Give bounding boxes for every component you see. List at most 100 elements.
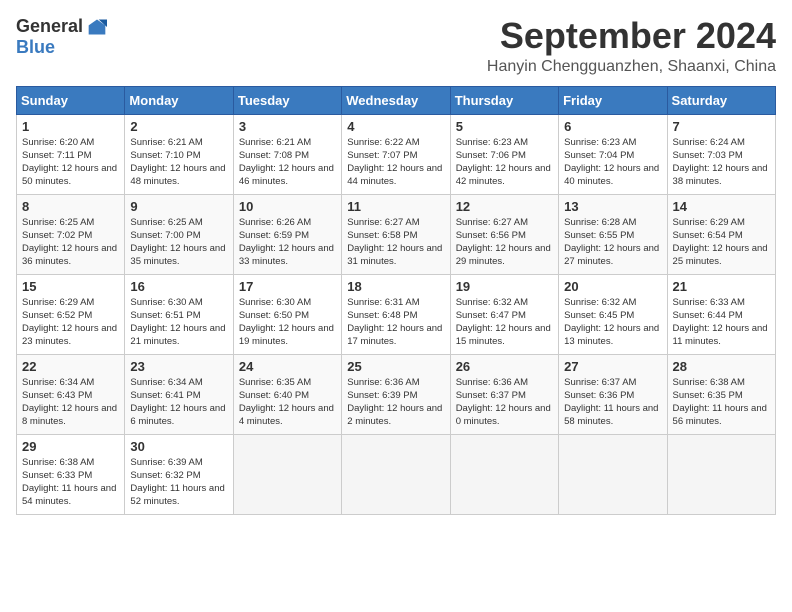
weekday-header-friday: Friday [559,86,667,114]
day-info: Sunrise: 6:39 AMSunset: 6:32 PMDaylight:… [130,456,227,509]
day-info: Sunrise: 6:29 AMSunset: 6:54 PMDaylight:… [673,216,770,269]
calendar-table: SundayMondayTuesdayWednesdayThursdayFrid… [16,86,776,515]
day-info: Sunrise: 6:33 AMSunset: 6:44 PMDaylight:… [673,296,770,349]
calendar-cell [450,434,558,514]
calendar-header-row: SundayMondayTuesdayWednesdayThursdayFrid… [17,86,776,114]
day-number: 6 [564,119,661,134]
day-info: Sunrise: 6:34 AMSunset: 6:41 PMDaylight:… [130,376,227,429]
calendar-cell: 7Sunrise: 6:24 AMSunset: 7:03 PMDaylight… [667,114,775,194]
day-number: 10 [239,199,336,214]
day-number: 18 [347,279,444,294]
calendar-cell: 19 Sunrise: 6:32 AMSunset: 6:47 PMDayligh… [450,274,558,354]
calendar-cell: 1 Sunrise: 6:20 AMSunset: 7:11 PMDaylight… [17,114,125,194]
day-info: Sunrise: 6:21 AMSunset: 7:08 PMDaylight:… [239,136,336,189]
calendar-week-row: 29 Sunrise: 6:38 AMSunset: 6:33 PMDayligh… [17,434,776,514]
title-block: September 2024 Hanyin Chengguanzhen, Sha… [487,16,776,76]
day-info: Sunrise: 6:27 AMSunset: 6:58 PMDaylight:… [347,216,444,269]
calendar-week-row: 1 Sunrise: 6:20 AMSunset: 7:11 PMDaylight… [17,114,776,194]
day-info: Sunrise: 6:36 AMSunset: 6:37 PMDaylight:… [456,376,553,429]
calendar-cell: 16Sunrise: 6:30 AMSunset: 6:51 PMDayligh… [125,274,233,354]
calendar-cell [667,434,775,514]
calendar-cell: 20 Sunrise: 6:32 AMSunset: 6:45 PMDayligh… [559,274,667,354]
day-info: Sunrise: 6:25 AMSunset: 7:02 PMDaylight:… [22,216,119,269]
calendar-cell: 22 Sunrise: 6:34 AMSunset: 6:43 PMDayligh… [17,354,125,434]
weekday-header-wednesday: Wednesday [342,86,450,114]
day-info: Sunrise: 6:30 AMSunset: 6:51 PMDaylight:… [130,296,227,349]
weekday-header-thursday: Thursday [450,86,558,114]
day-info: Sunrise: 6:24 AMSunset: 7:03 PMDaylight:… [673,136,770,189]
day-info: Sunrise: 6:23 AMSunset: 7:04 PMDaylight:… [564,136,661,189]
day-number: 5 [456,119,553,134]
day-info: Sunrise: 6:38 AMSunset: 6:35 PMDaylight:… [673,376,770,429]
day-number: 30 [130,439,227,454]
day-number: 14 [673,199,770,214]
page-header: General Blue September 2024 Hanyin Cheng… [16,16,776,76]
day-number: 17 [239,279,336,294]
calendar-cell: 3 Sunrise: 6:21 AMSunset: 7:08 PMDaylight… [233,114,341,194]
day-info: Sunrise: 6:32 AMSunset: 6:45 PMDaylight:… [564,296,661,349]
calendar-cell: 6 Sunrise: 6:23 AMSunset: 7:04 PMDaylight… [559,114,667,194]
day-number: 20 [564,279,661,294]
calendar-week-row: 8Sunrise: 6:25 AMSunset: 7:02 PMDaylight… [17,194,776,274]
day-number: 1 [22,119,119,134]
day-info: Sunrise: 6:30 AMSunset: 6:50 PMDaylight:… [239,296,336,349]
day-info: Sunrise: 6:29 AMSunset: 6:52 PMDaylight:… [22,296,119,349]
calendar-cell: 10 Sunrise: 6:26 AMSunset: 6:59 PMDayligh… [233,194,341,274]
day-number: 25 [347,359,444,374]
day-info: Sunrise: 6:28 AMSunset: 6:55 PMDaylight:… [564,216,661,269]
weekday-header-tuesday: Tuesday [233,86,341,114]
day-number: 27 [564,359,661,374]
day-number: 28 [673,359,770,374]
weekday-header-saturday: Saturday [667,86,775,114]
calendar-cell: 5 Sunrise: 6:23 AMSunset: 7:06 PMDaylight… [450,114,558,194]
day-info: Sunrise: 6:26 AMSunset: 6:59 PMDaylight:… [239,216,336,269]
logo-general-text: General [16,16,83,37]
day-number: 9 [130,199,227,214]
calendar-cell: 13 Sunrise: 6:28 AMSunset: 6:55 PMDayligh… [559,194,667,274]
calendar-cell: 12 Sunrise: 6:27 AMSunset: 6:56 PMDayligh… [450,194,558,274]
calendar-cell: 9Sunrise: 6:25 AMSunset: 7:00 PMDaylight… [125,194,233,274]
day-info: Sunrise: 6:35 AMSunset: 6:40 PMDaylight:… [239,376,336,429]
calendar-cell [342,434,450,514]
day-info: Sunrise: 6:21 AMSunset: 7:10 PMDaylight:… [130,136,227,189]
day-number: 21 [673,279,770,294]
day-number: 11 [347,199,444,214]
day-info: Sunrise: 6:31 AMSunset: 6:48 PMDaylight:… [347,296,444,349]
calendar-cell: 14 Sunrise: 6:29 AMSunset: 6:54 PMDayligh… [667,194,775,274]
day-info: Sunrise: 6:27 AMSunset: 6:56 PMDaylight:… [456,216,553,269]
day-number: 2 [130,119,227,134]
day-number: 24 [239,359,336,374]
day-info: Sunrise: 6:23 AMSunset: 7:06 PMDaylight:… [456,136,553,189]
calendar-cell: 21 Sunrise: 6:33 AMSunset: 6:44 PMDayligh… [667,274,775,354]
day-number: 12 [456,199,553,214]
day-number: 4 [347,119,444,134]
month-year-title: September 2024 [487,16,776,56]
calendar-cell: 29 Sunrise: 6:38 AMSunset: 6:33 PMDayligh… [17,434,125,514]
calendar-week-row: 22 Sunrise: 6:34 AMSunset: 6:43 PMDayligh… [17,354,776,434]
calendar-cell: 4Sunrise: 6:22 AMSunset: 7:07 PMDaylight… [342,114,450,194]
day-info: Sunrise: 6:34 AMSunset: 6:43 PMDaylight:… [22,376,119,429]
day-number: 15 [22,279,119,294]
day-info: Sunrise: 6:38 AMSunset: 6:33 PMDaylight:… [22,456,119,509]
calendar-cell: 30 Sunrise: 6:39 AMSunset: 6:32 PMDayligh… [125,434,233,514]
day-info: Sunrise: 6:20 AMSunset: 7:11 PMDaylight:… [22,136,119,189]
logo-icon [87,17,107,37]
day-number: 23 [130,359,227,374]
logo-blue-text: Blue [16,37,55,58]
day-info: Sunrise: 6:37 AMSunset: 6:36 PMDaylight:… [564,376,661,429]
calendar-cell: 24 Sunrise: 6:35 AMSunset: 6:40 PMDayligh… [233,354,341,434]
calendar-cell: 8Sunrise: 6:25 AMSunset: 7:02 PMDaylight… [17,194,125,274]
day-info: Sunrise: 6:32 AMSunset: 6:47 PMDaylight:… [456,296,553,349]
day-number: 3 [239,119,336,134]
calendar-cell: 2 Sunrise: 6:21 AMSunset: 7:10 PMDaylight… [125,114,233,194]
calendar-cell: 15 Sunrise: 6:29 AMSunset: 6:52 PMDayligh… [17,274,125,354]
day-number: 22 [22,359,119,374]
day-info: Sunrise: 6:36 AMSunset: 6:39 PMDaylight:… [347,376,444,429]
calendar-cell: 18 Sunrise: 6:31 AMSunset: 6:48 PMDayligh… [342,274,450,354]
day-number: 29 [22,439,119,454]
location-text: Hanyin Chengguanzhen, Shaanxi, China [487,58,776,76]
day-number: 13 [564,199,661,214]
calendar-cell: 11 Sunrise: 6:27 AMSunset: 6:58 PMDayligh… [342,194,450,274]
logo: General Blue [16,16,107,58]
day-number: 19 [456,279,553,294]
